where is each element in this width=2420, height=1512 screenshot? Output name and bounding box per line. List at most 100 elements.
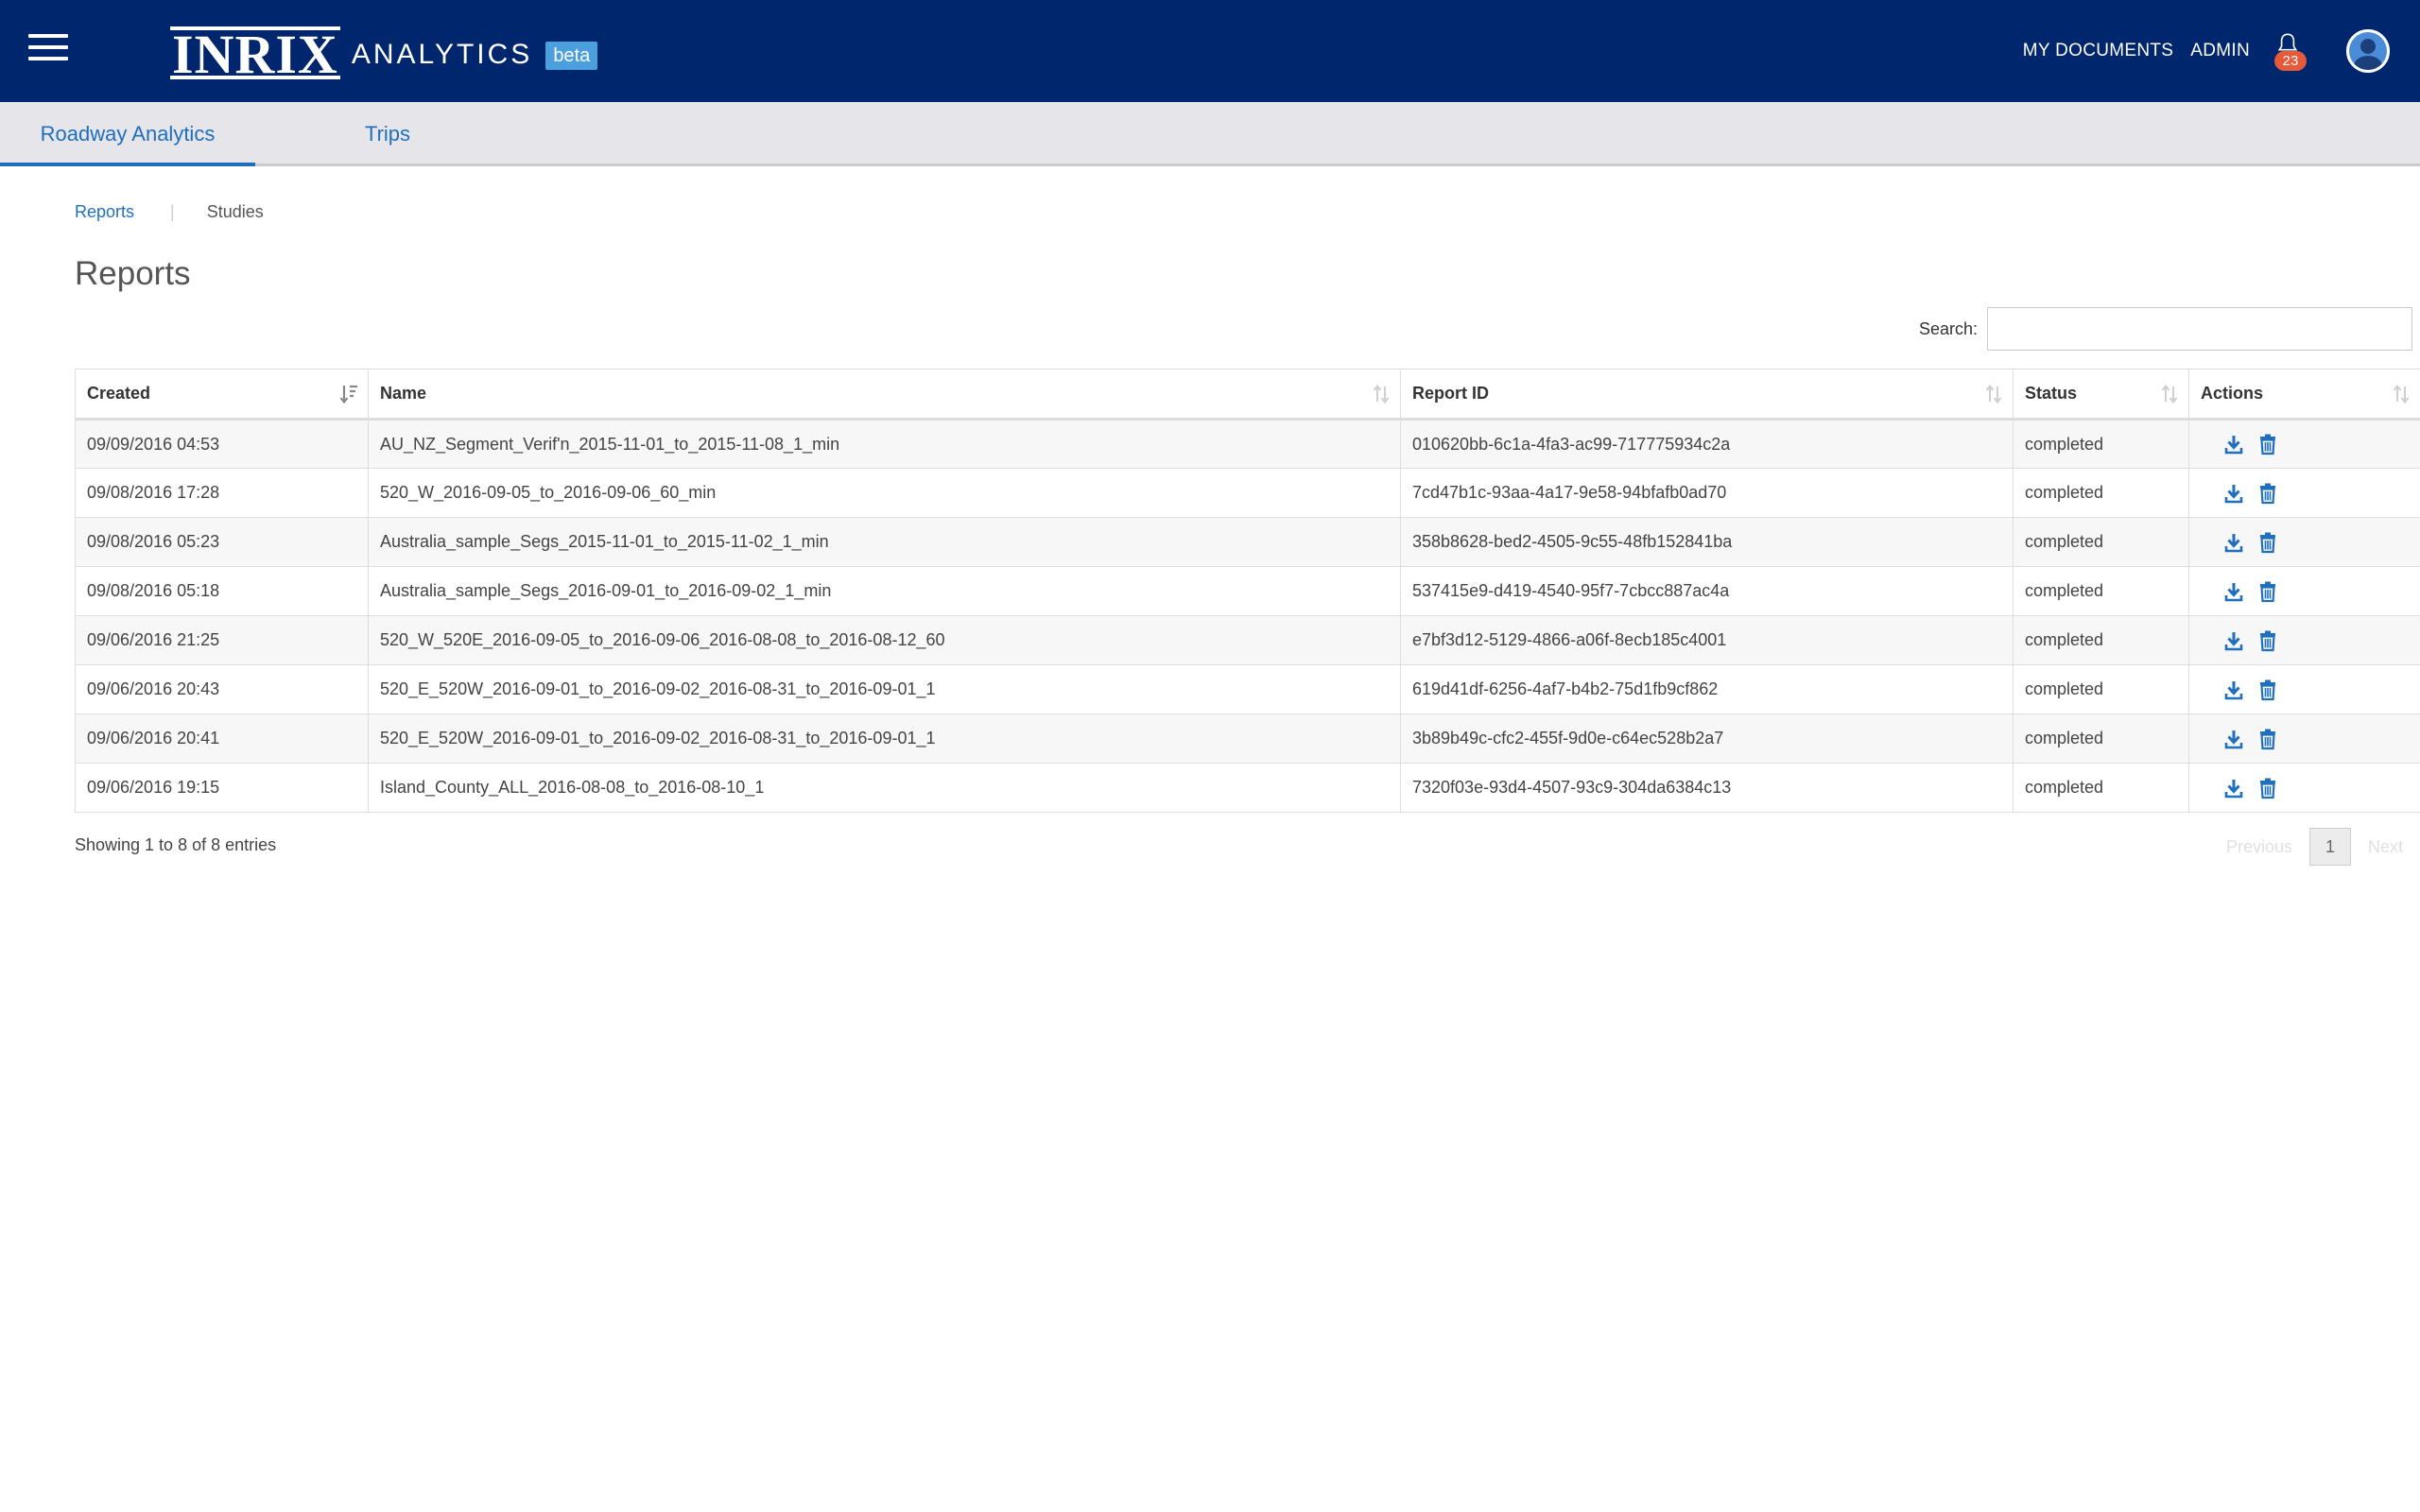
cell-status: completed: [2013, 566, 2189, 616]
next-page-button[interactable]: Next: [2351, 828, 2420, 866]
cell-created: 09/06/2016 21:25: [75, 615, 369, 665]
previous-page-button[interactable]: Previous: [2209, 828, 2309, 866]
cell-actions: [2188, 566, 2420, 616]
cell-report-id: 3b89b49c-cfc2-455f-9d0e-c64ec528b2a7: [1400, 713, 2014, 764]
tab-roadway-analytics[interactable]: Roadway Analytics: [0, 102, 255, 166]
sort-both-icon: [2393, 384, 2410, 404]
notifications-button[interactable]: 23: [2271, 32, 2307, 71]
download-icon[interactable]: [2223, 531, 2244, 554]
top-header: INRIX ANALYTICS beta MY DOCUMENTS ADMIN …: [0, 0, 2420, 102]
cell-name: AU_NZ_Segment_Verif'n_2015-11-01_to_2015…: [368, 419, 1401, 469]
cell-report-id: 7320f03e-93d4-4507-93c9-304da6384c13: [1400, 763, 2014, 813]
download-icon[interactable]: [2223, 433, 2244, 455]
cell-name: 520_W_2016-09-05_to_2016-09-06_60_min: [368, 468, 1401, 518]
table-row[interactable]: 09/09/2016 04:53 AU_NZ_Segment_Verif'n_20…: [75, 419, 2420, 469]
page-title: Reports: [75, 255, 191, 292]
cell-status: completed: [2013, 713, 2189, 764]
trash-icon[interactable]: [2257, 482, 2278, 505]
page-1-button[interactable]: 1: [2308, 828, 2351, 866]
cell-created: 09/09/2016 04:53: [75, 419, 369, 469]
subnav-studies-link[interactable]: Studies: [207, 202, 264, 222]
cell-created: 09/08/2016 05:18: [75, 566, 369, 616]
trash-icon[interactable]: [2257, 728, 2278, 750]
table-row[interactable]: 09/06/2016 19:15 Island_County_ALL_2016-0…: [75, 763, 2420, 813]
sub-navigation: Reports | Studies: [75, 198, 264, 225]
table-row[interactable]: 09/08/2016 05:23 Australia_sample_Segs_20…: [75, 517, 2420, 567]
sort-both-icon: [1985, 384, 2002, 404]
column-header-status[interactable]: Status: [2013, 369, 2189, 421]
header-actions: MY DOCUMENTS ADMIN 23: [2006, 0, 2420, 102]
reports-table-wrapper: Created Name Report ID Status Actions 09…: [75, 369, 2420, 813]
trash-icon[interactable]: [2257, 580, 2278, 603]
cell-status: completed: [2013, 664, 2189, 714]
hamburger-menu-icon[interactable]: [28, 34, 68, 62]
column-header-label: Actions: [2201, 384, 2264, 403]
main-tabs: Roadway Analytics Trips: [0, 102, 2420, 166]
table-header-row: Created Name Report ID Status Actions: [75, 369, 2420, 421]
cell-report-id: e7bf3d12-5129-4866-a06f-8ecb185c4001: [1400, 615, 2014, 665]
cell-actions: [2188, 713, 2420, 764]
sort-both-icon: [1373, 384, 1390, 404]
cell-report-id: 358b8628-bed2-4505-9c55-48fb152841ba: [1400, 517, 2014, 567]
cell-name: Island_County_ALL_2016-08-08_to_2016-08-…: [368, 763, 1401, 813]
sort-both-icon: [2161, 384, 2178, 404]
table-row[interactable]: 09/06/2016 21:25 520_W_520E_2016-09-05_to…: [75, 615, 2420, 665]
tab-trips[interactable]: Trips: [321, 102, 454, 166]
cell-created: 09/06/2016 20:43: [75, 664, 369, 714]
cell-status: completed: [2013, 517, 2189, 567]
column-header-label: Report ID: [1412, 384, 1489, 403]
column-header-name[interactable]: Name: [368, 369, 1401, 421]
column-header-actions[interactable]: Actions: [2188, 369, 2420, 421]
column-header-label: Status: [2025, 384, 2078, 403]
search-input[interactable]: [1987, 307, 2412, 351]
brand-name: ANALYTICS: [351, 39, 533, 70]
download-icon[interactable]: [2223, 629, 2244, 652]
cell-name: 520_E_520W_2016-09-01_to_2016-09-02_2016…: [368, 664, 1401, 714]
cell-created: 09/08/2016 17:28: [75, 468, 369, 518]
cell-status: completed: [2013, 419, 2189, 469]
table-row[interactable]: 09/08/2016 17:28 520_W_2016-09-05_to_2016…: [75, 468, 2420, 518]
cell-name: Australia_sample_Segs_2015-11-01_to_2015…: [368, 517, 1401, 567]
trash-icon[interactable]: [2257, 433, 2278, 455]
column-header-label: Created: [87, 384, 151, 403]
pagination: Previous 1 Next: [2209, 828, 2420, 866]
cell-name: 520_E_520W_2016-09-01_to_2016-09-02_2016…: [368, 713, 1401, 764]
cell-created: 09/06/2016 19:15: [75, 763, 369, 813]
trash-icon[interactable]: [2257, 679, 2278, 701]
subnav-reports-link[interactable]: Reports: [75, 202, 134, 222]
cell-actions: [2188, 664, 2420, 714]
trash-icon[interactable]: [2257, 629, 2278, 652]
table-row[interactable]: 09/08/2016 05:18 Australia_sample_Segs_20…: [75, 566, 2420, 616]
column-header-report-id[interactable]: Report ID: [1400, 369, 2014, 421]
column-header-created[interactable]: Created: [75, 369, 369, 421]
download-icon[interactable]: [2223, 728, 2244, 750]
cell-report-id: 537415e9-d419-4540-95f7-7cbcc887ac4a: [1400, 566, 2014, 616]
table-info: Showing 1 to 8 of 8 entries: [75, 835, 277, 854]
reports-table-body: 09/09/2016 04:53 AU_NZ_Segment_Verif'n_20…: [75, 419, 2420, 813]
cell-name: Australia_sample_Segs_2016-09-01_to_2016…: [368, 566, 1401, 616]
download-icon[interactable]: [2223, 580, 2244, 603]
admin-link[interactable]: ADMIN: [2190, 41, 2250, 61]
download-icon[interactable]: [2223, 679, 2244, 701]
trash-icon[interactable]: [2257, 531, 2278, 554]
cell-actions: [2188, 517, 2420, 567]
download-icon[interactable]: [2223, 777, 2244, 799]
beta-badge: beta: [545, 42, 598, 70]
my-documents-link[interactable]: MY DOCUMENTS: [2023, 41, 2173, 61]
download-icon[interactable]: [2223, 482, 2244, 505]
table-row[interactable]: 09/06/2016 20:41 520_E_520W_2016-09-01_to…: [75, 713, 2420, 764]
subnav-separator: |: [170, 201, 175, 221]
table-row[interactable]: 09/06/2016 20:43 520_E_520W_2016-09-01_to…: [75, 664, 2420, 714]
trash-icon[interactable]: [2257, 777, 2278, 799]
column-header-label: Name: [380, 384, 427, 403]
reports-table: Created Name Report ID Status Actions 09…: [75, 369, 2420, 813]
user-avatar-icon[interactable]: [2346, 29, 2390, 73]
cell-name: 520_W_520E_2016-09-05_to_2016-09-06_2016…: [368, 615, 1401, 665]
notification-count-badge: 23: [2274, 51, 2307, 71]
cell-report-id: 010620bb-6c1a-4fa3-ac99-717775934c2a: [1400, 419, 2014, 469]
cell-report-id: 7cd47b1c-93aa-4a17-9e58-94bfafb0ad70: [1400, 468, 2014, 518]
cell-created: 09/06/2016 20:41: [75, 713, 369, 764]
brand[interactable]: INRIX ANALYTICS beta: [170, 26, 598, 82]
cell-report-id: 619d41df-6256-4af7-b4b2-75d1fb9cf862: [1400, 664, 2014, 714]
cell-actions: [2188, 419, 2420, 469]
